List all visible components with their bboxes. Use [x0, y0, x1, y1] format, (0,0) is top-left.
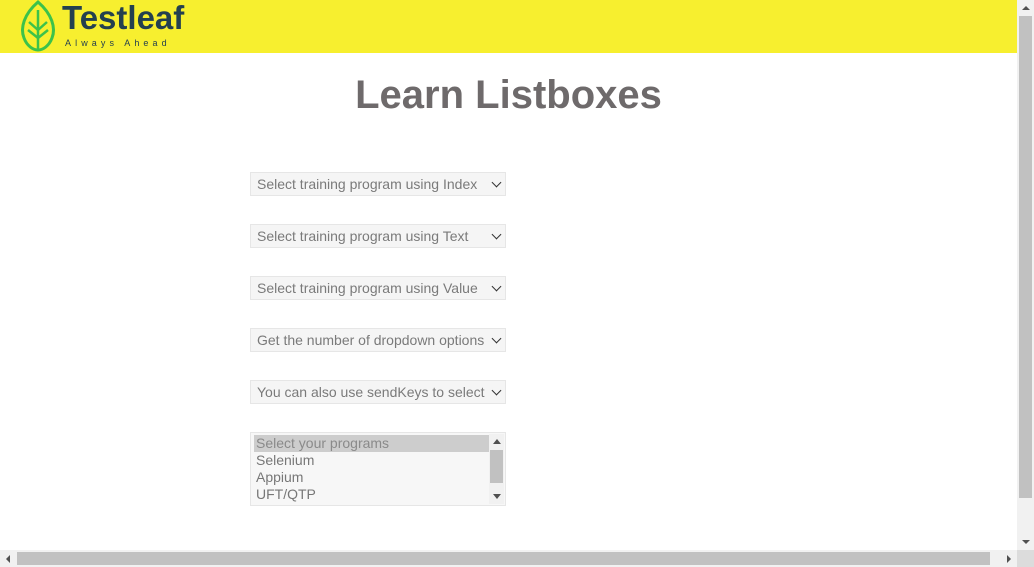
chevron-down-icon [491, 333, 502, 344]
dropdown-selected-value: Select training program using Value [257, 280, 478, 296]
dropdown-select-by-index[interactable]: Select training program using Index [250, 172, 506, 196]
listbox-option[interactable]: Select your programs [254, 435, 489, 452]
dropdown-select-by-value[interactable]: Select training program using Value [250, 276, 506, 300]
page-title: Learn Listboxes [355, 73, 662, 117]
vertical-scroll-thumb[interactable] [1019, 16, 1032, 498]
listbox-option[interactable]: Appium [254, 469, 489, 486]
listbox-scrollbar[interactable] [489, 434, 504, 504]
chevron-down-icon [491, 177, 502, 188]
scroll-up-arrow-icon[interactable] [493, 439, 501, 444]
dropdown-selected-value: Select training program using Index [257, 176, 478, 192]
brand-tagline: Always Ahead [65, 38, 171, 48]
chevron-down-icon [491, 385, 502, 396]
chevron-down-icon [491, 281, 502, 292]
programs-listbox[interactable]: Select your programs Selenium Appium UFT… [250, 432, 506, 506]
listbox-option[interactable]: Selenium [254, 452, 489, 469]
scroll-down-arrow-icon[interactable] [493, 494, 501, 499]
listbox-scroll-thumb[interactable] [490, 450, 503, 483]
page-vertical-scrollbar[interactable] [1017, 0, 1034, 550]
scroll-up-arrow-icon[interactable] [1022, 6, 1030, 10]
chevron-down-icon [491, 229, 502, 240]
dropdown-count-options[interactable]: Get the number of dropdown options [250, 328, 506, 352]
dropdown-select-by-text[interactable]: Select training program using Text [250, 224, 506, 248]
horizontal-scroll-thumb[interactable] [17, 552, 990, 565]
dropdown-selected-value: Select training program using Text [257, 228, 469, 244]
scrollbar-corner [1017, 550, 1034, 567]
dropdown-sendkeys[interactable]: You can also use sendKeys to select [250, 380, 506, 404]
dropdown-selected-value: Get the number of dropdown options [257, 332, 485, 348]
page-horizontal-scrollbar[interactable] [0, 550, 1017, 567]
listbox-option[interactable]: UFT/QTP [254, 486, 489, 503]
scroll-down-arrow-icon[interactable] [1022, 540, 1030, 544]
brand-name[interactable]: Testleaf [62, 0, 184, 38]
dropdown-selected-value: You can also use sendKeys to select [257, 384, 485, 400]
leaf-icon [21, 0, 55, 52]
site-header: Testleaf Always Ahead [0, 0, 1017, 53]
scroll-left-arrow-icon[interactable] [6, 555, 10, 563]
scroll-right-arrow-icon[interactable] [1007, 555, 1011, 563]
